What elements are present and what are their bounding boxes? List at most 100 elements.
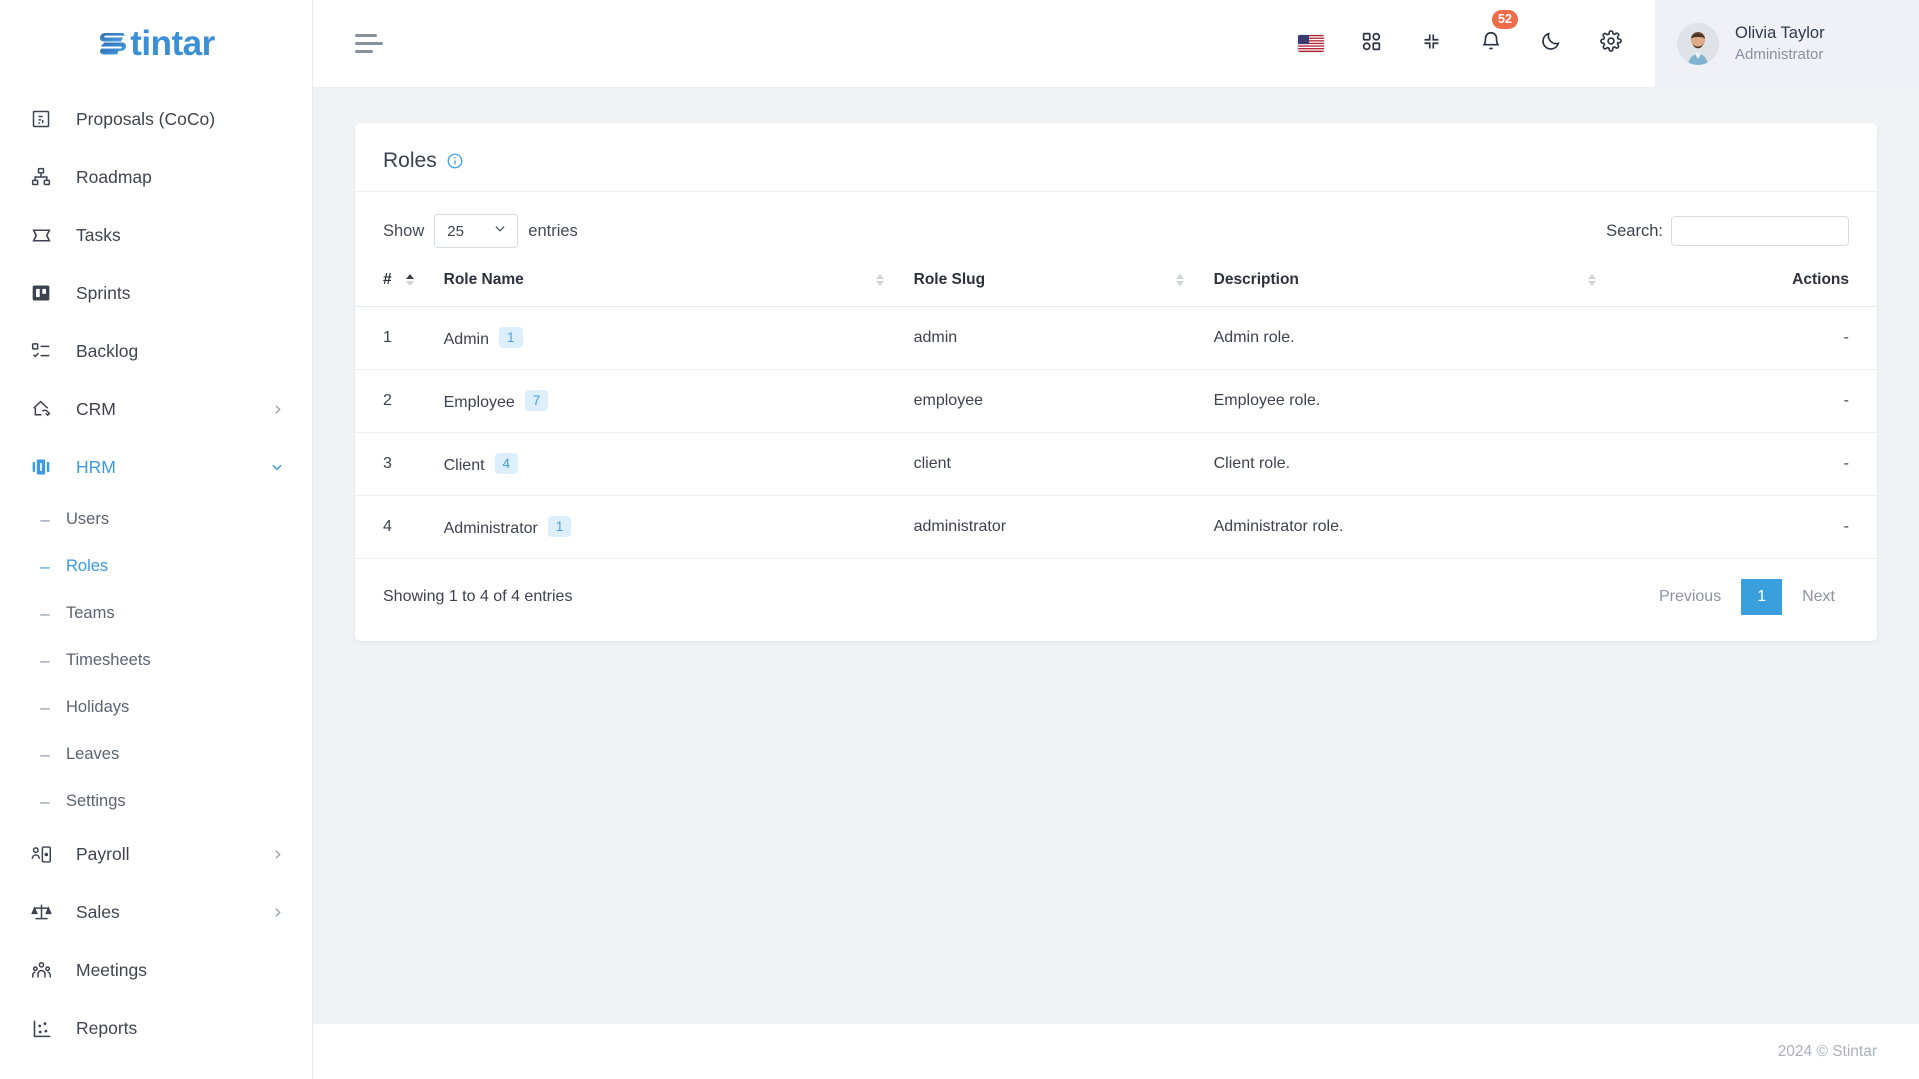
roles-table: # Role Name Role Slug Description Action… bbox=[355, 254, 1877, 559]
bell-icon bbox=[1480, 30, 1502, 57]
sidebar-item-hrm[interactable]: HRM bbox=[0, 438, 312, 496]
pagination-next[interactable]: Next bbox=[1788, 580, 1849, 614]
sidebar-item-sprints[interactable]: Sprints bbox=[0, 264, 312, 322]
dark-mode-toggle[interactable] bbox=[1521, 0, 1581, 88]
show-label: Show bbox=[383, 221, 425, 240]
sidebar-nav: Proposals (CoCo) Roadmap Tasks Sprints B… bbox=[0, 88, 312, 1057]
search-label: Search: bbox=[1606, 221, 1663, 240]
cell-role-name: Employee 7 bbox=[433, 369, 904, 433]
meetings-icon bbox=[28, 960, 54, 981]
sidebar-subitem-label: Roles bbox=[66, 557, 109, 575]
cell-num: 2 bbox=[355, 369, 434, 433]
cell-num: 3 bbox=[355, 432, 434, 496]
hrm-icon bbox=[28, 457, 54, 477]
sidebar-item-reports[interactable]: Reports bbox=[0, 999, 312, 1057]
dash-icon: – bbox=[40, 744, 50, 764]
role-name-text: Client bbox=[443, 457, 485, 474]
cell-description: Employee role. bbox=[1203, 369, 1616, 433]
cell-role-name: Client 4 bbox=[433, 432, 904, 496]
sidebar-item-label: Sprints bbox=[76, 282, 131, 303]
apps-grid-button[interactable] bbox=[1341, 0, 1401, 88]
sidebar-subitem-label: Teams bbox=[66, 604, 115, 622]
column-header-role-slug[interactable]: Role Slug bbox=[903, 254, 1204, 307]
sidebar-item-label: Reports bbox=[76, 1017, 138, 1038]
sidebar-subitem-label: Holidays bbox=[66, 698, 130, 716]
table-row[interactable]: 1 Admin 1 admin Admin role. - bbox=[355, 306, 1877, 370]
cell-description: Administrator role. bbox=[1203, 495, 1616, 559]
sidebar-subitem-roles[interactable]: – Roles bbox=[0, 543, 312, 590]
sidebar-subitem-users[interactable]: – Users bbox=[0, 496, 312, 543]
table-row[interactable]: 4 Administrator 1 administrator Administr… bbox=[355, 495, 1877, 559]
avatar bbox=[1677, 22, 1719, 65]
brand-logo[interactable]: tintar bbox=[0, 0, 312, 88]
sidebar-item-proposals[interactable]: Proposals (CoCo) bbox=[0, 90, 312, 148]
user-profile-menu[interactable]: Olivia Taylor Administrator bbox=[1655, 0, 1919, 88]
sidebar-subitem-leaves[interactable]: – Leaves bbox=[0, 731, 312, 778]
page-size-select-wrap: 10 25 50 100 bbox=[434, 214, 519, 248]
sidebar-item-roadmap[interactable]: Roadmap bbox=[0, 148, 312, 206]
sidebar-item-label: HRM bbox=[76, 456, 116, 477]
notification-badge: 52 bbox=[1492, 9, 1518, 29]
sidebar-subitem-teams[interactable]: – Teams bbox=[0, 590, 312, 637]
backlog-icon bbox=[28, 341, 54, 361]
show-entries-control: Show 10 25 50 100 ent bbox=[383, 214, 578, 248]
table-tools: Show 10 25 50 100 ent bbox=[355, 192, 1877, 254]
role-count-badge: 1 bbox=[498, 327, 523, 348]
pagination-previous[interactable]: Previous bbox=[1645, 580, 1735, 614]
notifications-button[interactable]: 52 bbox=[1461, 0, 1521, 88]
sidebar-item-backlog[interactable]: Backlog bbox=[0, 322, 312, 380]
role-name-text: Administrator bbox=[443, 520, 538, 537]
sidebar-item-label: Backlog bbox=[76, 340, 139, 361]
sidebar-item-label: Sales bbox=[76, 901, 120, 922]
dash-icon: – bbox=[40, 650, 50, 670]
payroll-icon bbox=[28, 844, 54, 865]
sidebar-item-meetings[interactable]: Meetings bbox=[0, 941, 312, 999]
tasks-icon bbox=[28, 225, 54, 246]
sort-icon bbox=[405, 274, 414, 286]
topbar: 52 Olivia Taylor Administrator bbox=[313, 0, 1919, 88]
cell-role-slug: administrator bbox=[903, 495, 1204, 559]
sort-icon bbox=[875, 274, 884, 286]
cell-actions: - bbox=[1615, 432, 1877, 496]
sales-icon bbox=[28, 902, 54, 923]
column-label: Description bbox=[1213, 271, 1299, 288]
search-input[interactable] bbox=[1671, 216, 1849, 246]
sidebar-subitem-holidays[interactable]: – Holidays bbox=[0, 684, 312, 731]
column-header-description[interactable]: Description bbox=[1203, 254, 1616, 307]
entries-label: entries bbox=[528, 221, 578, 240]
pagination-page-1[interactable]: 1 bbox=[1741, 579, 1783, 615]
gear-icon bbox=[1600, 30, 1622, 57]
cell-num: 4 bbox=[355, 495, 434, 559]
cell-actions: - bbox=[1615, 369, 1877, 433]
sidebar-item-sales[interactable]: Sales bbox=[0, 883, 312, 941]
info-icon[interactable] bbox=[446, 152, 464, 170]
reports-icon bbox=[28, 1018, 54, 1039]
copyright-text: 2024 © Stintar bbox=[1777, 1042, 1877, 1060]
sidebar-subitem-label: Timesheets bbox=[66, 651, 151, 669]
column-header-role-name[interactable]: Role Name bbox=[433, 254, 904, 307]
sidebar-item-crm[interactable]: CRM bbox=[0, 380, 312, 438]
sidebar-subitem-settings[interactable]: – Settings bbox=[0, 778, 312, 825]
search-control: Search: bbox=[1606, 216, 1849, 246]
column-header-actions: Actions bbox=[1615, 254, 1877, 307]
hamburger-icon[interactable] bbox=[355, 27, 389, 61]
sidebar-item-tasks[interactable]: Tasks bbox=[0, 206, 312, 264]
dash-icon: – bbox=[40, 697, 50, 717]
column-header-num[interactable]: # bbox=[355, 254, 434, 307]
role-count-badge: 4 bbox=[494, 453, 519, 474]
language-selector[interactable] bbox=[1281, 0, 1341, 88]
sidebar-item-payroll[interactable]: Payroll bbox=[0, 825, 312, 883]
table-row[interactable]: 2 Employee 7 employee Employee role. - bbox=[355, 369, 1877, 433]
main-area: 52 Olivia Taylor Administrator Roles Sho… bbox=[313, 0, 1919, 1079]
chevron-right-icon bbox=[271, 848, 284, 861]
settings-button[interactable] bbox=[1581, 0, 1641, 88]
table-row[interactable]: 3 Client 4 client Client role. - bbox=[355, 432, 1877, 496]
brand-name: tintar bbox=[130, 24, 215, 63]
column-label: Actions bbox=[1792, 271, 1849, 288]
fullscreen-toggle[interactable] bbox=[1401, 0, 1461, 88]
app-root: tintar Proposals (CoCo) Roadmap Tasks Sp… bbox=[0, 0, 1919, 1079]
sidebar-subitem-timesheets[interactable]: – Timesheets bbox=[0, 637, 312, 684]
sidebar-item-label: Payroll bbox=[76, 843, 130, 864]
role-name-text: Employee bbox=[443, 394, 515, 411]
page-size-select[interactable]: 10 25 50 100 bbox=[434, 214, 519, 248]
